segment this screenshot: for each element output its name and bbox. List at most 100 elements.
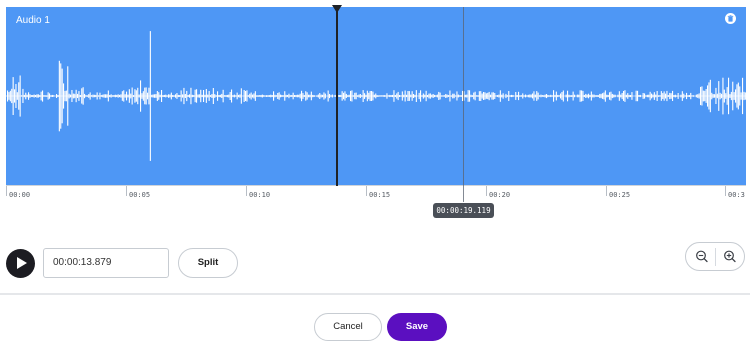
waveform-bar <box>194 89 196 103</box>
split-button[interactable]: Split <box>178 248 238 278</box>
waveform-bar <box>134 89 136 103</box>
waveform-bar <box>224 95 226 97</box>
waveform-bar <box>135 90 137 102</box>
waveform-bar <box>158 92 160 100</box>
playhead-line[interactable] <box>336 7 338 186</box>
waveform-bar <box>702 90 704 102</box>
waveform-bar <box>578 94 580 98</box>
waveform-bar <box>343 92 345 100</box>
waveform-bar <box>365 94 367 98</box>
waveform-bar <box>506 95 508 97</box>
cancel-button[interactable]: Cancel <box>314 313 382 341</box>
waveform-bar <box>208 91 210 101</box>
waveform-bar <box>539 95 541 97</box>
waveform-bar <box>312 94 314 98</box>
waveform-bar <box>550 94 552 98</box>
waveform-bar <box>102 94 104 98</box>
waveform-bar <box>740 92 742 100</box>
waveform-bar <box>142 91 144 101</box>
waveform-bar <box>686 92 688 100</box>
waveform-bar <box>99 92 101 100</box>
waveform-bar <box>516 95 518 98</box>
waveform-bar <box>329 94 331 99</box>
waveform-bar <box>602 93 604 99</box>
waveform-bar <box>231 89 233 103</box>
waveform-bar <box>653 92 655 100</box>
waveform-bar <box>425 90 427 102</box>
waveform-bar <box>464 94 466 98</box>
waveform-bar <box>119 94 121 98</box>
waveform-bar <box>225 95 227 97</box>
waveform-bar <box>704 90 706 102</box>
playhead-marker-icon[interactable] <box>332 5 342 13</box>
waveform-bar <box>596 95 598 97</box>
waveform-bar <box>562 90 564 102</box>
waveform-bar <box>91 95 93 97</box>
waveform-bar <box>497 95 499 97</box>
trash-icon[interactable] <box>725 13 736 24</box>
waveform-bar <box>177 94 179 98</box>
play-button[interactable] <box>6 249 35 278</box>
waveform-bar <box>288 93 290 99</box>
waveform-bar <box>414 94 416 98</box>
waveform-bar <box>639 94 641 98</box>
audio-track[interactable]: Audio 1 <box>6 7 746 185</box>
waveform-bar <box>232 95 234 97</box>
waveform-bar <box>180 90 182 102</box>
waveform-bar <box>152 94 154 98</box>
waveform-bar <box>459 95 461 97</box>
waveform-bar <box>148 87 150 105</box>
ruler-tick <box>606 186 607 196</box>
waveform-bar <box>259 95 261 97</box>
waveform-bar <box>278 92 280 100</box>
waveform-bar <box>431 94 433 98</box>
timeline-ruler[interactable]: 00:00 00:05 00:10 00:15 00:20 00:25 00:3 <box>6 185 746 199</box>
waveform-bar <box>526 95 528 97</box>
waveform-bar <box>722 77 724 115</box>
waveform-bar <box>88 94 90 98</box>
waveform-bar <box>683 93 685 99</box>
waveform-bar <box>114 94 116 98</box>
waveform-bar <box>667 95 669 97</box>
waveform-bar <box>407 91 409 101</box>
waveform-bar <box>646 94 648 98</box>
waveform-bar <box>18 82 20 110</box>
waveform-bar <box>723 89 725 103</box>
waveform-bar <box>508 91 510 101</box>
waveform-bar <box>728 77 730 115</box>
waveform-bar <box>603 92 605 100</box>
waveform-bar <box>138 94 140 98</box>
waveform-bar <box>173 95 175 97</box>
waveform-bar <box>163 94 165 97</box>
waveform-bar <box>187 95 189 97</box>
waveform-bar <box>714 94 716 98</box>
zoom-out-icon[interactable] <box>688 243 717 270</box>
waveform-bar <box>211 94 213 98</box>
waveform-bar <box>110 94 112 98</box>
waveform-bar <box>607 94 609 98</box>
waveform-bar <box>586 94 588 98</box>
waveform-bar <box>292 92 294 100</box>
waveform-bar <box>567 90 569 102</box>
waveform-bar <box>316 95 318 97</box>
waveform-bar <box>466 94 468 98</box>
waveform-bar <box>449 90 451 102</box>
waveform-bar <box>189 94 191 98</box>
waveform-bar <box>345 93 347 98</box>
waveform-bar <box>404 90 406 102</box>
waveform[interactable] <box>6 7 746 185</box>
waveform-bar <box>390 95 392 97</box>
waveform-bar <box>484 92 486 100</box>
ruler-label: 00:10 <box>249 191 271 199</box>
save-button[interactable]: Save <box>387 313 447 341</box>
waveform-bar <box>348 94 350 98</box>
ruler-label: 00:15 <box>369 191 391 199</box>
waveform-bar <box>610 91 612 101</box>
waveform-bar <box>593 94 595 98</box>
zoom-in-icon[interactable] <box>716 243 745 270</box>
waveform-bar <box>553 90 555 102</box>
waveform-bar <box>29 94 31 98</box>
waveform-bar <box>572 91 574 101</box>
waveform-bar <box>501 94 503 98</box>
time-input[interactable]: 00:00:13.879 <box>43 248 169 278</box>
